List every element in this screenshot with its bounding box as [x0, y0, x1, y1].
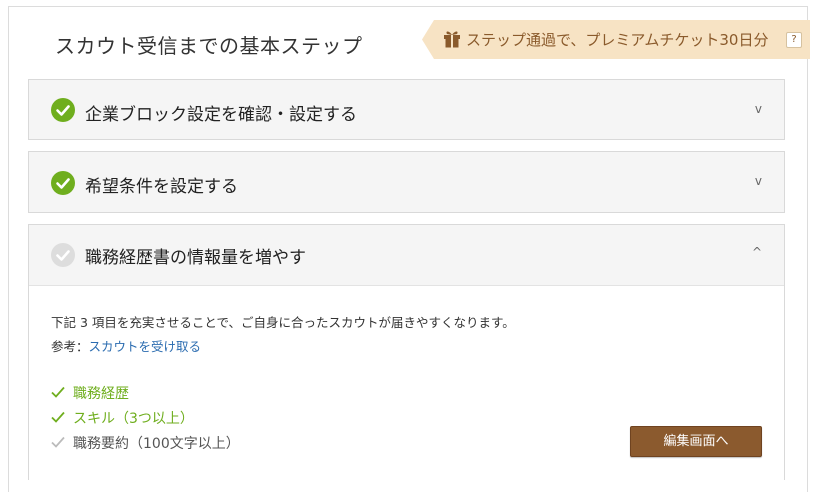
step-description: 下記 3 項目を充実させることで、ご自身に合ったスカウトが届きやすくなります。 [51, 315, 515, 330]
step-company-block: 企業ブロック設定を確認・設定する v [28, 79, 785, 140]
help-icon[interactable]: ? [786, 32, 802, 48]
requirement-label: スキル（3つ以上） [73, 411, 194, 427]
check-circle-icon [51, 98, 75, 122]
page-title: スカウト受信までの基本ステップ [55, 34, 363, 58]
step-preferences: 希望条件を設定する v [28, 151, 785, 213]
step-header-career-history[interactable]: 職務経歴書の情報量を増やす ^ [29, 225, 784, 286]
reference-label: 参考： [51, 339, 89, 354]
step-label: 希望条件を設定する [85, 177, 238, 197]
chevron-up-icon[interactable]: ^ [752, 245, 762, 259]
step-header-company-block[interactable]: 企業ブロック設定を確認・設定する v [29, 80, 784, 139]
edit-screen-button[interactable]: 編集画面へ [630, 426, 762, 457]
gift-icon [444, 31, 460, 48]
check-circle-icon [51, 171, 75, 195]
requirement-label: 職務経歴 [73, 386, 129, 402]
checkmark-icon [51, 411, 65, 423]
step-career-history: 職務経歴書の情報量を増やす ^ 下記 3 項目を充実させることで、ご自身に合った… [28, 224, 785, 480]
chevron-down-icon[interactable]: v [755, 102, 762, 116]
scout-receive-link[interactable]: スカウトを受け取る [89, 339, 202, 354]
step-label: 職務経歴書の情報量を増やす [85, 248, 306, 268]
step-detail-panel: 下記 3 項目を充実させることで、ご自身に合ったスカウトが届きやすくなります。 … [29, 286, 784, 480]
check-circle-icon [51, 243, 75, 267]
requirement-label: 職務要約（100文字以上） [73, 436, 240, 452]
ribbon-text: ステップ通過で、プレミアムチケット30日分 [466, 31, 769, 49]
reference-line: 参考：スカウトを受け取る [51, 336, 201, 355]
step-header-preferences[interactable]: 希望条件を設定する v [29, 152, 784, 212]
chevron-down-icon[interactable]: v [755, 174, 762, 188]
checkmark-icon [51, 386, 65, 398]
step-label: 企業ブロック設定を確認・設定する [85, 105, 357, 125]
checkmark-icon [51, 436, 65, 448]
